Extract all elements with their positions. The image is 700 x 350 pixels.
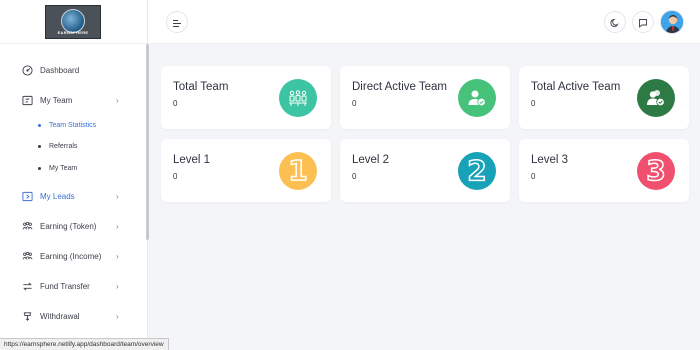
sidebar-item-label: My Team [40, 95, 73, 105]
chevron-right-icon: › [116, 281, 119, 291]
menu-toggle-icon [172, 13, 182, 32]
card-title: Direct Active Team [352, 81, 448, 93]
menu-toggle-button[interactable] [166, 11, 188, 33]
card-value: 0 [531, 99, 536, 108]
stat-card-total-active-team[interactable]: Total Active Team 0 [519, 66, 689, 129]
sidebar-item-withdrawal[interactable]: Withdrawal › [0, 306, 148, 326]
card-title: Total Team [173, 81, 229, 93]
stat-card-direct-active-team[interactable]: Direct Active Team 0 [340, 66, 510, 129]
bullet-icon [38, 123, 41, 127]
people-icon [22, 251, 33, 262]
user-avatar[interactable] [660, 10, 684, 34]
brand-logo[interactable]: EARNSPHERE [45, 5, 101, 39]
stat-card-level-1[interactable]: Level 1 0 1 [161, 139, 331, 202]
sidebar-subitem-referrals[interactable]: Referrals [0, 138, 148, 154]
sidebar: EARNSPHERE Dashboard My Team › Team Stat… [0, 0, 149, 350]
top-header [148, 0, 700, 44]
theme-toggle-button[interactable] [604, 11, 626, 33]
number-one-icon: 1 [279, 152, 317, 190]
stat-card-level-2[interactable]: Level 2 0 2 [340, 139, 510, 202]
sidebar-scrollbar[interactable] [146, 44, 149, 240]
leads-icon [22, 191, 33, 202]
withdraw-icon [22, 311, 33, 322]
sidebar-subitem-label: Team Statistics [49, 121, 97, 129]
sidebar-item-label: Withdrawal [40, 311, 80, 321]
level-glyph: 1 [287, 154, 308, 187]
chevron-right-icon: › [116, 311, 119, 321]
team-box-icon [22, 95, 33, 106]
chat-button[interactable] [632, 11, 654, 33]
sidebar-item-label: Earning (Income) [40, 251, 102, 261]
card-title: Level 1 [173, 154, 211, 166]
level-glyph: 2 [466, 154, 487, 187]
sidebar-item-earning-token[interactable]: Earning (Token) › [0, 216, 148, 236]
sidebar-item-label: Fund Transfer [40, 281, 90, 291]
number-three-icon: 3 [637, 152, 675, 190]
card-title: Level 3 [531, 154, 569, 166]
sidebar-divider [0, 43, 148, 44]
sidebar-item-my-team[interactable]: My Team › [0, 90, 148, 110]
sidebar-item-fund-transfer[interactable]: Fund Transfer › [0, 276, 148, 296]
team-group-icon [279, 79, 317, 117]
speedometer-icon [22, 64, 33, 76]
moon-icon [610, 13, 620, 32]
sidebar-subitem-label: My Team [49, 164, 78, 172]
users-check-icon [637, 79, 675, 117]
level-glyph: 3 [645, 154, 666, 187]
sidebar-item-label: My Leads [40, 191, 75, 201]
card-value: 0 [352, 99, 357, 108]
stat-card-level-3[interactable]: Level 3 0 3 [519, 139, 689, 202]
chevron-right-icon: › [116, 95, 119, 105]
sidebar-item-label: Earning (Token) [40, 221, 97, 231]
bullet-icon [38, 166, 41, 170]
card-value: 0 [352, 172, 357, 181]
link-status-bar: https://earnsphere.netlify.app/dashboard… [0, 338, 169, 350]
sidebar-item-dashboard[interactable]: Dashboard [0, 60, 148, 80]
card-value: 0 [173, 99, 178, 108]
sidebar-item-my-leads[interactable]: My Leads › [0, 186, 148, 206]
sidebar-subitem-label: Referrals [49, 142, 78, 150]
sidebar-item-earning-income[interactable]: Earning (Income) › [0, 246, 148, 266]
chat-icon [638, 13, 648, 32]
chevron-right-icon: › [116, 191, 119, 201]
sidebar-subitem-team-statistics[interactable]: Team Statistics [0, 117, 148, 133]
avatar-person-icon [661, 11, 683, 33]
brand-logo-text: EARNSPHERE [57, 30, 89, 35]
chevron-right-icon: › [116, 221, 119, 231]
bullet-icon [38, 144, 41, 148]
transfer-icon [22, 281, 33, 292]
card-title: Total Active Team [531, 81, 621, 93]
people-icon [22, 221, 33, 232]
chevron-right-icon: › [116, 251, 119, 261]
stat-card-total-team[interactable]: Total Team 0 [161, 66, 331, 129]
number-two-icon: 2 [458, 152, 496, 190]
sidebar-item-label: Dashboard [40, 65, 80, 75]
card-title: Level 2 [352, 154, 390, 166]
card-value: 0 [173, 172, 178, 181]
sidebar-subitem-my-team[interactable]: My Team [0, 160, 148, 176]
card-value: 0 [531, 172, 536, 181]
user-check-icon [458, 79, 496, 117]
